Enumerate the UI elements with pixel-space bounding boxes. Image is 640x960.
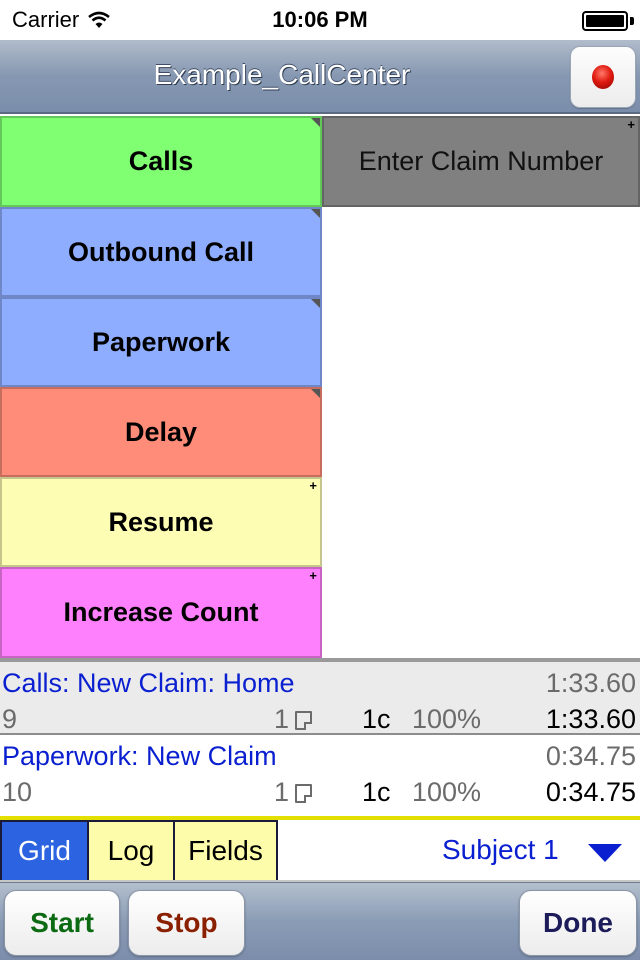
log-item-percent: 100%: [412, 704, 482, 734]
tab-log[interactable]: Log: [87, 820, 175, 882]
grid-button-increase-count[interactable]: Increase Count +: [0, 567, 322, 658]
grid-button-calls[interactable]: Calls: [0, 116, 322, 207]
log-item[interactable]: Paperwork: New Claim 0:34.75 10 1 1c 100…: [0, 735, 640, 808]
log-item-c-value: 1c: [362, 704, 391, 734]
corner-triangle-icon: [311, 389, 320, 398]
grid-button-enter-claim-number[interactable]: Enter Claim Number +: [322, 116, 640, 207]
log-item[interactable]: Calls: New Claim: Home 1:33.60 9 1 1c 10…: [0, 662, 640, 735]
navigation-bar: Example_CallCenter: [0, 40, 640, 114]
grid-button-delay[interactable]: Delay: [0, 387, 322, 477]
done-button[interactable]: Done: [519, 890, 637, 956]
status-bar: Carrier 10:06 PM: [0, 0, 640, 40]
grid-button-label: Resume: [108, 506, 214, 537]
grid-button-resume[interactable]: Resume +: [0, 477, 322, 567]
stop-button[interactable]: Stop: [128, 890, 245, 956]
battery-fill: [586, 15, 624, 27]
grid-button-outbound-call[interactable]: Outbound Call: [0, 207, 322, 297]
battery-tip: [630, 17, 634, 25]
nav-title: Example_CallCenter: [153, 59, 411, 90]
grid-button-label: Outbound Call: [68, 236, 254, 267]
tab-fields[interactable]: Fields: [173, 820, 278, 882]
grid-button-label: Enter Claim Number: [358, 146, 604, 176]
grid-button-label: Paperwork: [91, 326, 231, 357]
start-button[interactable]: Start: [4, 890, 120, 956]
record-button[interactable]: [570, 46, 636, 108]
note-icon: [295, 784, 312, 803]
grid-button-label: Calls: [128, 146, 194, 176]
log-item-duration: 0:34.75: [545, 777, 636, 807]
log-item-note-count: 1: [274, 704, 290, 734]
plus-icon: +: [309, 568, 317, 583]
log-panel: Calls: New Claim: Home 1:33.60 9 1 1c 10…: [0, 658, 640, 816]
bottom-toolbar: Start Stop Done: [0, 882, 640, 960]
log-item-percent: 100%: [412, 777, 482, 807]
log-item-title: Paperwork: New Claim: [2, 741, 277, 771]
log-item-note-count: 1: [274, 777, 290, 807]
battery-icon: [582, 11, 628, 31]
tab-bar: Grid Log Fields Subject 1: [0, 816, 640, 882]
note-icon: [295, 711, 312, 730]
corner-triangle-icon: [311, 209, 320, 218]
grid-button-paperwork[interactable]: Paperwork: [0, 297, 322, 387]
plus-icon: +: [627, 117, 635, 132]
grid-button-label: Delay: [124, 416, 198, 447]
log-item-duration: 1:33.60: [545, 704, 636, 734]
log-item-title: Calls: New Claim: Home: [2, 668, 295, 698]
corner-triangle-icon: [311, 299, 320, 308]
subject-selector[interactable]: Subject 1: [442, 834, 559, 866]
log-item-c-value: 1c: [362, 777, 391, 807]
grid-button-label: Increase Count: [63, 597, 259, 627]
tab-grid[interactable]: Grid: [0, 820, 89, 882]
plus-icon: +: [309, 478, 317, 493]
log-item-index: 10: [2, 777, 33, 807]
status-time: 10:06 PM: [272, 7, 368, 32]
triangle-down-icon[interactable]: [588, 844, 622, 862]
log-item-elapsed: 0:34.75: [545, 741, 636, 771]
log-item-elapsed: 1:33.60: [545, 668, 636, 698]
button-grid: Calls Enter Claim Number + Outbound Call…: [0, 116, 640, 658]
log-item-index: 9: [2, 704, 18, 734]
record-dot-icon: [592, 65, 614, 89]
corner-triangle-icon: [311, 118, 320, 127]
